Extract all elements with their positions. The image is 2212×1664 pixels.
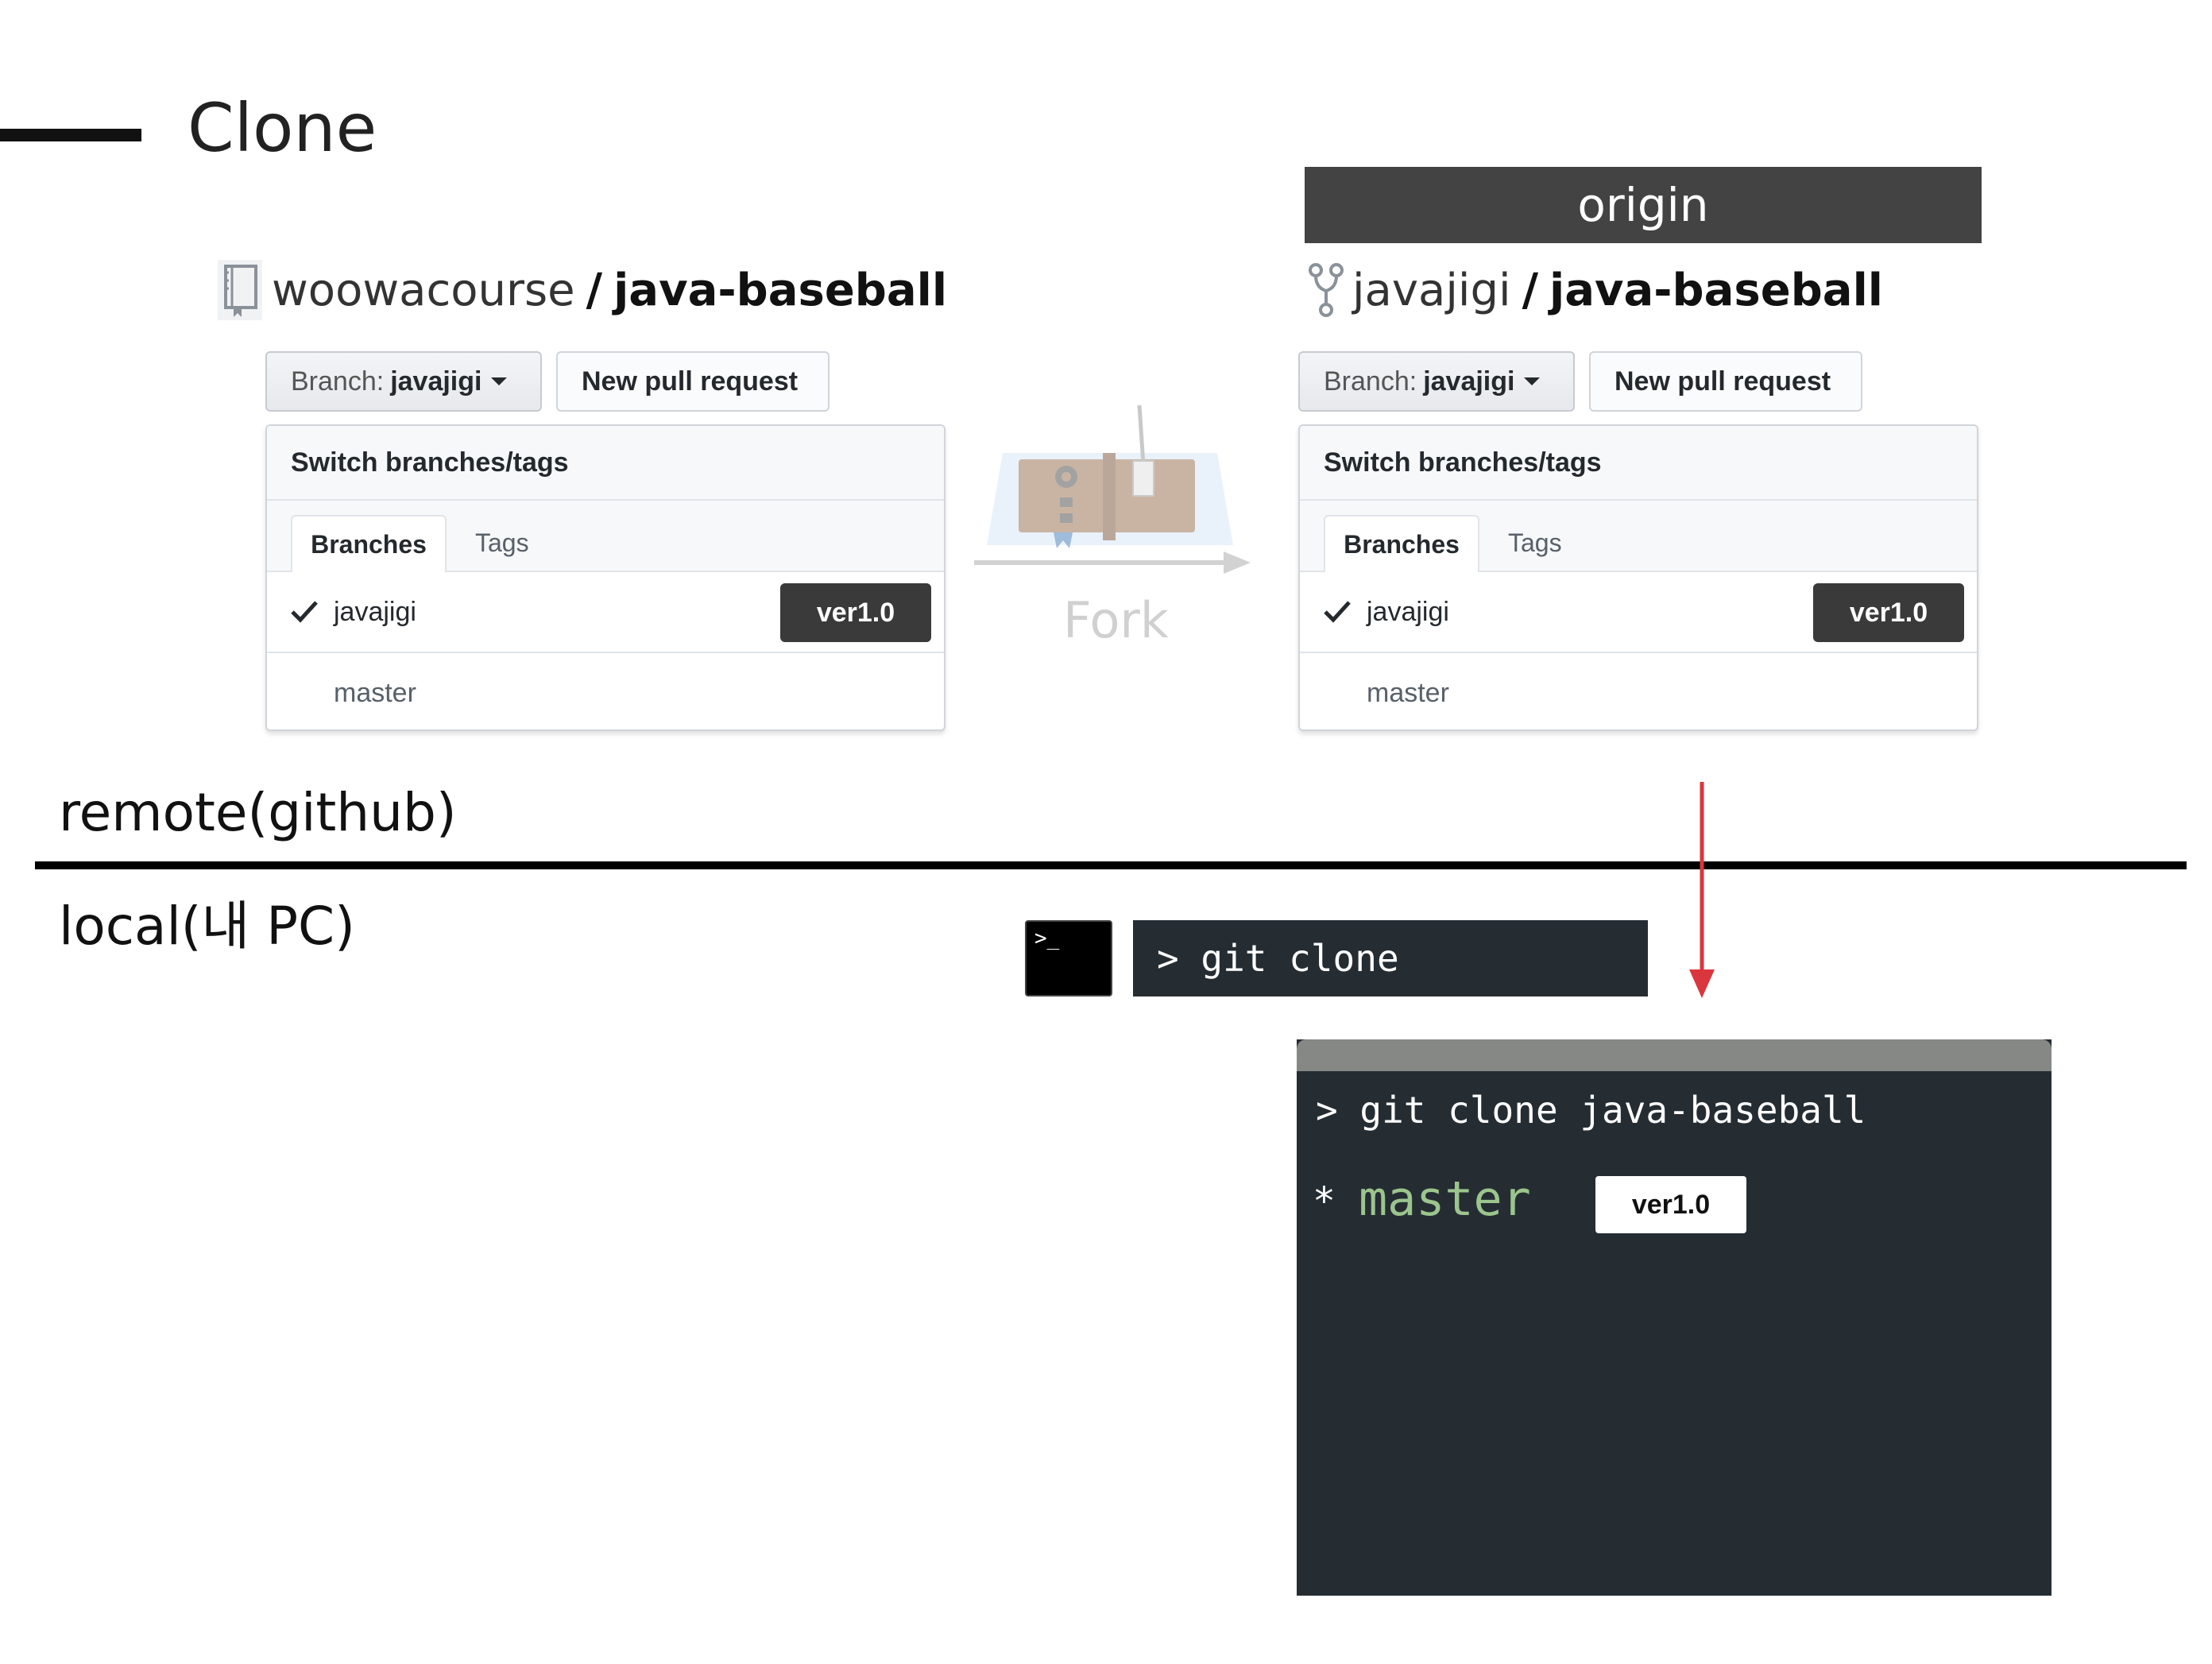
terminal-titlebar[interactable] — [1297, 1039, 2052, 1071]
branch-item-master[interactable]: master — [267, 653, 944, 729]
tab-branches[interactable]: Branches — [1324, 515, 1479, 572]
branch-item-javajigi[interactable]: javajigi ver1.0 — [1300, 572, 1977, 653]
upstream-repo-name[interactable]: java-baseball — [613, 265, 947, 316]
fork-branch-dropdown: Switch branches/tags Branches Tags javaj… — [1298, 424, 1978, 731]
branch-label: Branch: — [1324, 366, 1417, 397]
branch-item-label: master — [334, 677, 416, 708]
terminal-window[interactable]: > git clone java-baseball * master ver1.… — [1297, 1039, 2052, 1596]
upstream-branch-button[interactable]: Branch: javajigi — [265, 351, 542, 412]
slide-title: Clone — [188, 89, 377, 167]
remote-zone-label: remote(github) — [59, 782, 457, 843]
local-tag-badge: ver1.0 — [1595, 1176, 1746, 1233]
fork-separator: / — [1522, 264, 1539, 316]
branch-value: javajigi — [390, 366, 482, 397]
upstream-branch-dropdown: Switch branches/tags Branches Tags javaj… — [265, 424, 946, 731]
branch-item-javajigi[interactable]: javajigi ver1.0 — [267, 572, 944, 653]
branch-item-label: javajigi — [334, 596, 416, 627]
fork-label: Fork — [1063, 591, 1169, 649]
chevron-down-icon — [491, 377, 508, 385]
chevron-down-icon — [1524, 377, 1541, 385]
dropdown-tabs: Branches Tags — [1300, 501, 1977, 572]
dropdown-tabs: Branches Tags — [267, 501, 944, 572]
fork-branch-button[interactable]: Branch: javajigi — [1298, 351, 1575, 412]
check-icon — [1324, 601, 1351, 623]
upstream-separator: / — [586, 264, 603, 316]
current-branch-marker: * — [1313, 1179, 1336, 1224]
tab-branches[interactable]: Branches — [291, 515, 447, 572]
dropdown-header: Switch branches/tags — [267, 426, 944, 501]
origin-banner: origin — [1305, 167, 1982, 243]
fork-owner[interactable]: javajigi — [1352, 265, 1511, 316]
tab-tags[interactable]: Tags — [1508, 515, 1562, 571]
git-clone-command: > git clone — [1133, 920, 1648, 996]
fork-repo-name[interactable]: java-baseball — [1549, 265, 1883, 316]
branch-label: Branch: — [291, 366, 385, 397]
tab-tags[interactable]: Tags — [475, 515, 529, 571]
local-zone-label: local(내 PC) — [59, 896, 355, 957]
branch-item-label: master — [1367, 677, 1449, 708]
clone-arrow — [1689, 782, 1715, 998]
title-accent-bar — [0, 129, 141, 141]
repo-book-icon — [216, 257, 264, 323]
terminal-command-line: > git clone java-baseball — [1316, 1089, 1866, 1132]
tag-badge: ver1.0 — [1813, 583, 1964, 642]
upstream-owner[interactable]: woowacourse — [272, 265, 575, 316]
check-icon — [291, 601, 318, 623]
branch-item-master[interactable]: master — [1300, 653, 1977, 729]
tag-badge: ver1.0 — [780, 583, 931, 642]
upstream-new-pull-request-button[interactable]: New pull request — [556, 351, 830, 412]
fork-new-pull-request-button[interactable]: New pull request — [1589, 351, 1862, 412]
repo-forked-icon — [1308, 257, 1344, 323]
remote-local-divider — [35, 861, 2187, 869]
branch-item-label: javajigi — [1367, 596, 1449, 627]
upstream-repo-title[interactable]: woowacourse / java-baseball — [216, 254, 947, 326]
terminal-app-icon[interactable]: >_ — [1025, 920, 1112, 996]
local-branch-name: master — [1359, 1171, 1531, 1227]
branch-value: javajigi — [1423, 366, 1515, 397]
fork-repo-title[interactable]: javajigi / java-baseball — [1308, 254, 1883, 326]
dropdown-header: Switch branches/tags — [1300, 426, 1977, 501]
